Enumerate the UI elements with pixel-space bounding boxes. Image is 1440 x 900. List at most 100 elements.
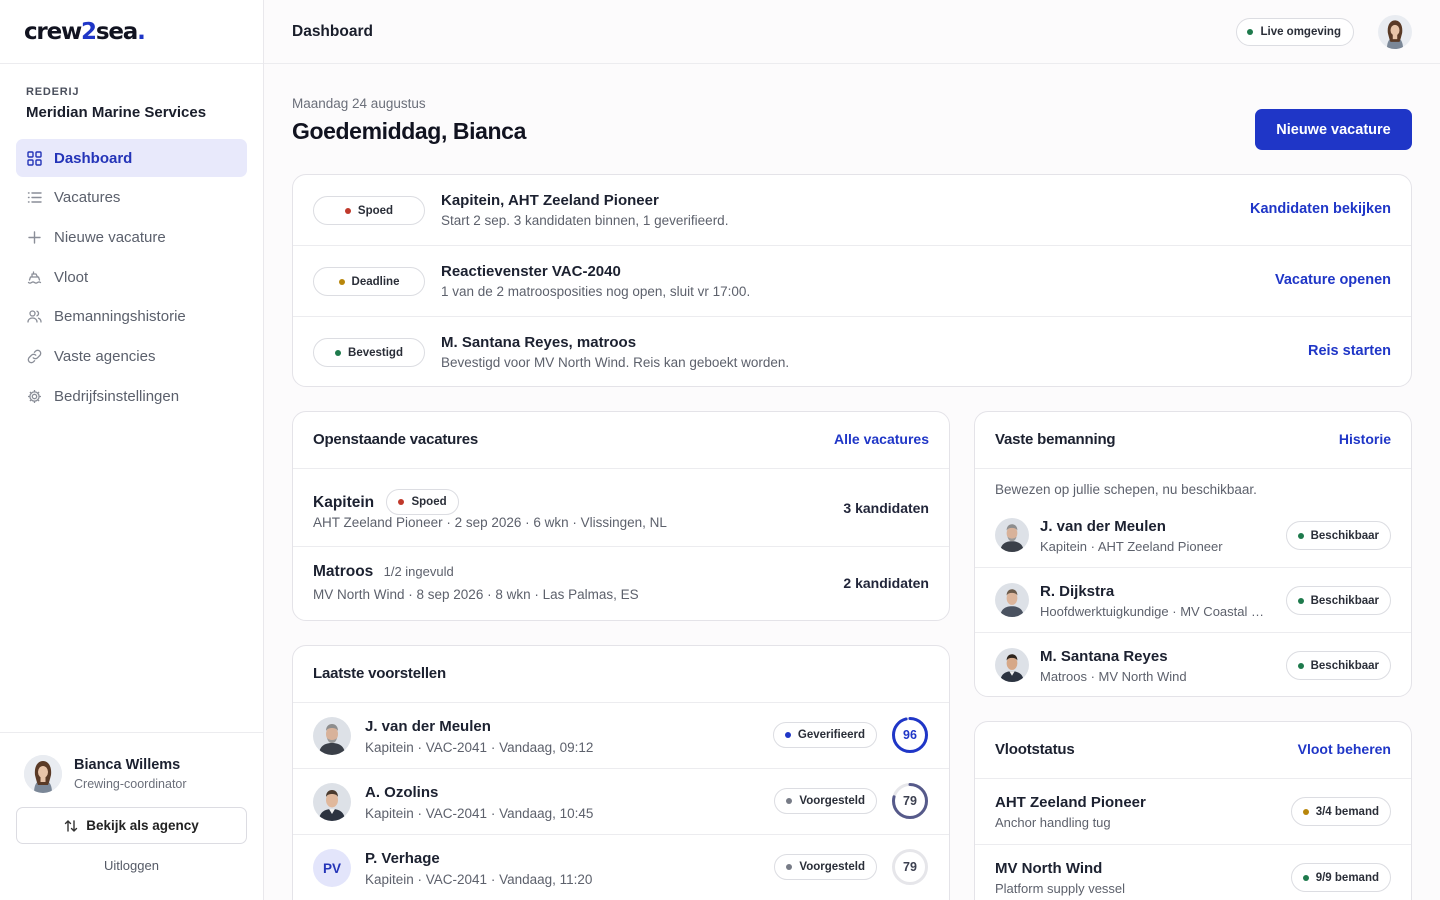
candidate-count[interactable]: 2 kandidaten: [843, 575, 929, 591]
vessel-name: MV North Wind: [995, 860, 1103, 877]
history-link[interactable]: Historie: [1339, 431, 1391, 447]
open-vacancy-link[interactable]: Vacature openen: [1275, 272, 1391, 288]
vacancy-row[interactable]: Kapitein Spoed AHT Zeeland Pioneer · 2 s…: [293, 469, 949, 547]
environment-badge: Live omgeving: [1236, 18, 1354, 46]
top-bar: Dashboard Live omgeving: [264, 0, 1440, 64]
alert-title: Reactievenster VAC-2040: [441, 263, 621, 280]
candidate-details: Kapitein · VAC-2041 · Vandaag, 09:12: [365, 740, 594, 755]
manage-fleet-link[interactable]: Vloot beheren: [1298, 741, 1391, 757]
candidate-count[interactable]: 3 kandidaten: [843, 500, 929, 516]
alert-row: Spoed Kapitein, AHT Zeeland Pioneer Star…: [293, 175, 1411, 246]
crew-row[interactable]: R. Dijkstra Hoofdwerktuigkundige · MV Co…: [975, 568, 1411, 633]
urgent-dot-icon: [344, 207, 351, 214]
sidebar-item-label: Vaste agencies: [54, 347, 156, 365]
view-as-agency-label: Bekijk als agency: [86, 818, 199, 833]
match-score: 79: [891, 782, 929, 820]
vacancy-title: Matroos 1/2 ingevuld: [313, 563, 454, 581]
alert-description: 1 van de 2 matroosposities nog open, slu…: [441, 284, 751, 299]
match-score: 79: [891, 848, 929, 886]
urgent-dot-icon: [398, 499, 405, 505]
crew-row[interactable]: M. Santana Reyes Matroos · MV North Wind…: [975, 633, 1411, 696]
badge-label: Spoed: [357, 204, 394, 217]
alert-title: M. Santana Reyes, matroos: [441, 334, 637, 351]
all-vacancies-link[interactable]: Alle vacatures: [834, 431, 929, 447]
user-role: Crewing-coordinator: [74, 777, 187, 791]
crew-name: J. van der Meulen: [1040, 518, 1166, 535]
sidebar-item-label: Dashboard: [54, 149, 133, 167]
badge-label: 9/9 bemand: [1315, 871, 1379, 884]
badge-label: Bevestigd: [348, 346, 403, 359]
fleet-status-card: Vlootstatus Vloot beheren AHT Zeeland Pi…: [974, 721, 1412, 900]
sidebar-item-label: Vloot: [54, 268, 89, 286]
availability-badge: Beschikbaar: [1285, 586, 1391, 615]
proposal-row[interactable]: PV P. Verhage Kapitein · VAC-2041 · Vand…: [293, 835, 949, 900]
environment-label: Live omgeving: [1260, 26, 1341, 38]
status-badge: Geverifieerd: [772, 722, 877, 748]
vessel-row[interactable]: AHT Zeeland Pioneer Anchor handling tug …: [975, 779, 1411, 845]
list-icon: [26, 190, 42, 206]
plus-icon: [26, 229, 42, 245]
success-dot-icon: [1302, 874, 1309, 881]
vessel-name: AHT Zeeland Pioneer: [995, 794, 1146, 811]
sidebar-item-vaste-agencies[interactable]: Vaste agencies: [16, 337, 247, 375]
status-badge: Deadline: [313, 267, 425, 296]
badge-label: Deadline: [351, 275, 400, 288]
new-vacancy-button[interactable]: Nieuwe vacature: [1255, 109, 1412, 150]
vacancy-row[interactable]: Matroos 1/2 ingevuld MV North Wind · 8 s…: [293, 547, 949, 620]
open-vacancies-card: Openstaande vacatures Alle vacatures Kap…: [292, 411, 950, 621]
avatar: [313, 717, 351, 755]
alert-description: Start 2 sep. 3 kandidaten binnen, 1 geve…: [441, 213, 729, 228]
avatar: [313, 783, 351, 821]
permanent-crew-card: Vaste bemanning Historie Bewezen op jull…: [974, 411, 1412, 697]
logout-link[interactable]: Uitloggen: [0, 858, 263, 873]
crew-intro: Bewezen op jullie schepen, nu beschikbaa…: [995, 482, 1257, 497]
status-badge: Voorgesteld: [774, 788, 877, 814]
urgent-badge: Spoed: [386, 489, 459, 515]
user-profile: Bianca Willems Crewing-coordinator: [0, 733, 263, 793]
brand-logo: crew2sea.: [24, 18, 146, 45]
candidate-details: Kapitein · VAC-2041 · Vandaag, 10:45: [365, 806, 594, 821]
sidebar-item-label: Bedrijfsinstellingen: [54, 387, 180, 405]
success-dot-icon: [335, 349, 342, 356]
avatar: [995, 518, 1029, 552]
candidate-name: J. van der Meulen: [365, 718, 491, 735]
candidate-details: Kapitein · VAC-2041 · Vandaag, 11:20: [365, 872, 593, 887]
start-trip-link[interactable]: Reis starten: [1308, 343, 1391, 359]
candidate-name: P. Verhage: [365, 850, 440, 867]
sidebar-nav: Dashboard Vacatures Nieuwe vacature Vloo…: [0, 139, 263, 415]
current-date: Maandag 24 augustus: [292, 96, 426, 111]
proposal-row[interactable]: A. Ozolins Kapitein · VAC-2041 · Vandaag…: [293, 769, 949, 835]
proposal-row[interactable]: J. van der Meulen Kapitein · VAC-2041 · …: [293, 703, 949, 769]
view-candidates-link[interactable]: Kandidaten bekijken: [1250, 201, 1391, 217]
badge-label: Spoed: [411, 496, 447, 508]
grid-icon: [26, 150, 42, 166]
score-value: 96: [903, 728, 917, 742]
crew-details: Kapitein · AHT Zeeland Pioneer: [1040, 539, 1223, 554]
account-avatar[interactable]: [1378, 15, 1412, 49]
sidebar-item-dashboard[interactable]: Dashboard: [16, 139, 247, 177]
warning-dot-icon: [1302, 808, 1309, 815]
vacancy-title-text: Matroos: [313, 563, 374, 580]
vessel-row[interactable]: MV North Wind Platform supply vessel 9/9…: [975, 845, 1411, 900]
available-dot-icon: [1297, 532, 1304, 539]
sidebar-item-bedrijfsinstellingen[interactable]: Bedrijfsinstellingen: [16, 377, 247, 415]
status-badge: Spoed: [313, 196, 425, 225]
available-dot-icon: [1297, 597, 1304, 604]
sidebar-item-label: Vacatures: [54, 189, 121, 207]
alert-title: Kapitein, AHT Zeeland Pioneer: [441, 192, 659, 209]
vessel-type: Anchor handling tug: [995, 815, 1111, 830]
status-badge: Voorgesteld: [774, 854, 877, 880]
view-as-agency-button[interactable]: Bekijk als agency: [16, 807, 247, 844]
page-title: Dashboard: [292, 22, 373, 40]
sidebar-item-bemanningshistorie[interactable]: Bemanningshistorie: [16, 298, 247, 336]
vacancy-details: AHT Zeeland Pioneer · 2 sep 2026 · 6 wkn…: [313, 515, 667, 530]
sidebar-item-vacatures[interactable]: Vacatures: [16, 179, 247, 217]
crew-row[interactable]: J. van der Meulen Kapitein · AHT Zeeland…: [975, 503, 1411, 568]
link-icon: [26, 348, 42, 364]
logo[interactable]: crew2sea.: [0, 0, 263, 64]
organization-name: Meridian Marine Services: [26, 104, 207, 121]
sidebar-item-vloot[interactable]: Vloot: [16, 258, 247, 296]
sidebar: crew2sea. REDERIJ Meridian Marine Servic…: [0, 0, 264, 900]
card-title: Vaste bemanning: [995, 431, 1116, 448]
sidebar-item-nieuwe-vacature[interactable]: Nieuwe vacature: [16, 218, 247, 256]
